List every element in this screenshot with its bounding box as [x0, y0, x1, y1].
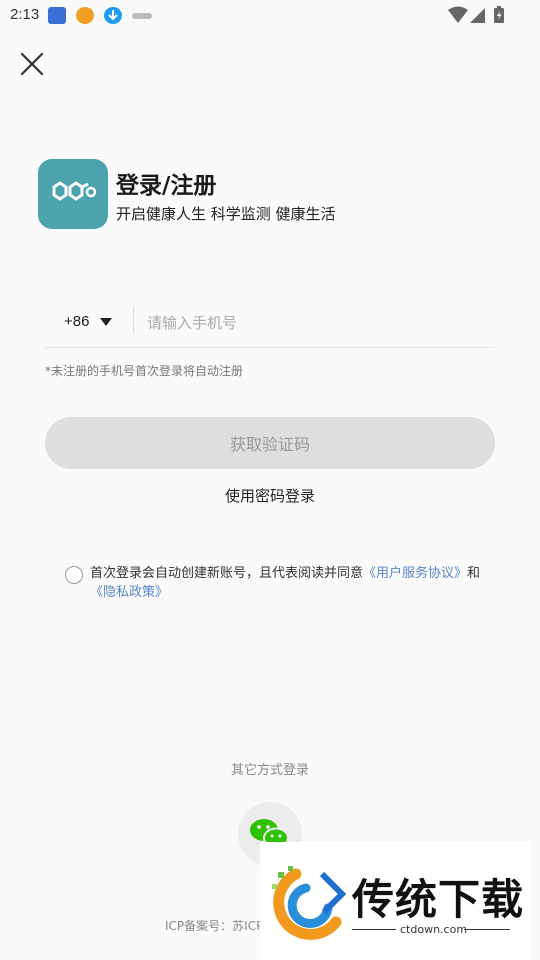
app-notification-icon	[48, 7, 66, 24]
get-code-button[interactable]: 获取验证码	[45, 417, 495, 469]
user-agreement-link[interactable]: 《用户服务协议》	[363, 566, 467, 581]
divider	[133, 306, 134, 334]
page-title: 登录/注册	[116, 173, 217, 199]
page-subtitle: 开启健康人生 科学监测 健康生活	[116, 205, 336, 223]
privacy-policy-link[interactable]: 《隐私政策》	[90, 585, 168, 600]
input-underline	[45, 347, 495, 348]
app-notification-icon	[76, 7, 94, 24]
watermark-divider	[352, 929, 396, 930]
app-notification-icon	[132, 13, 152, 19]
country-code-selector[interactable]: +86	[64, 313, 89, 330]
phone-input[interactable]	[145, 306, 494, 340]
watermark-url: ctdown.com	[400, 923, 468, 936]
register-hint: *未注册的手机号首次登录将自动注册	[45, 364, 244, 378]
app-logo	[38, 159, 108, 229]
agreement-and: 和	[467, 566, 481, 581]
agreement-text-before: 首次登录会自动创建新账号，且代表阅读并同意	[90, 566, 364, 581]
status-bar: 2:13	[0, 0, 540, 30]
hexagon-logo-icon	[52, 181, 97, 201]
watermark-divider	[464, 929, 510, 930]
watermark-logo-icon	[272, 866, 347, 940]
status-time: 2:13	[10, 6, 40, 23]
signal-icon	[470, 8, 485, 23]
password-login-link[interactable]: 使用密码登录	[0, 485, 540, 506]
other-login-label: 其它方式登录	[230, 763, 309, 778]
watermark-text: 传统下载	[352, 875, 525, 924]
chevron-down-icon[interactable]	[100, 318, 112, 326]
wifi-icon	[448, 6, 468, 23]
icp-record: ICP备案号：苏ICP	[165, 919, 264, 933]
battery-icon	[494, 6, 504, 23]
close-icon[interactable]	[18, 50, 46, 78]
agreement-text: 首次登录会自动创建新账号，且代表阅读并同意《用户服务协议》和《隐私政策》	[90, 564, 495, 602]
download-notification-icon	[104, 7, 122, 24]
agreement-checkbox[interactable]	[65, 566, 83, 584]
